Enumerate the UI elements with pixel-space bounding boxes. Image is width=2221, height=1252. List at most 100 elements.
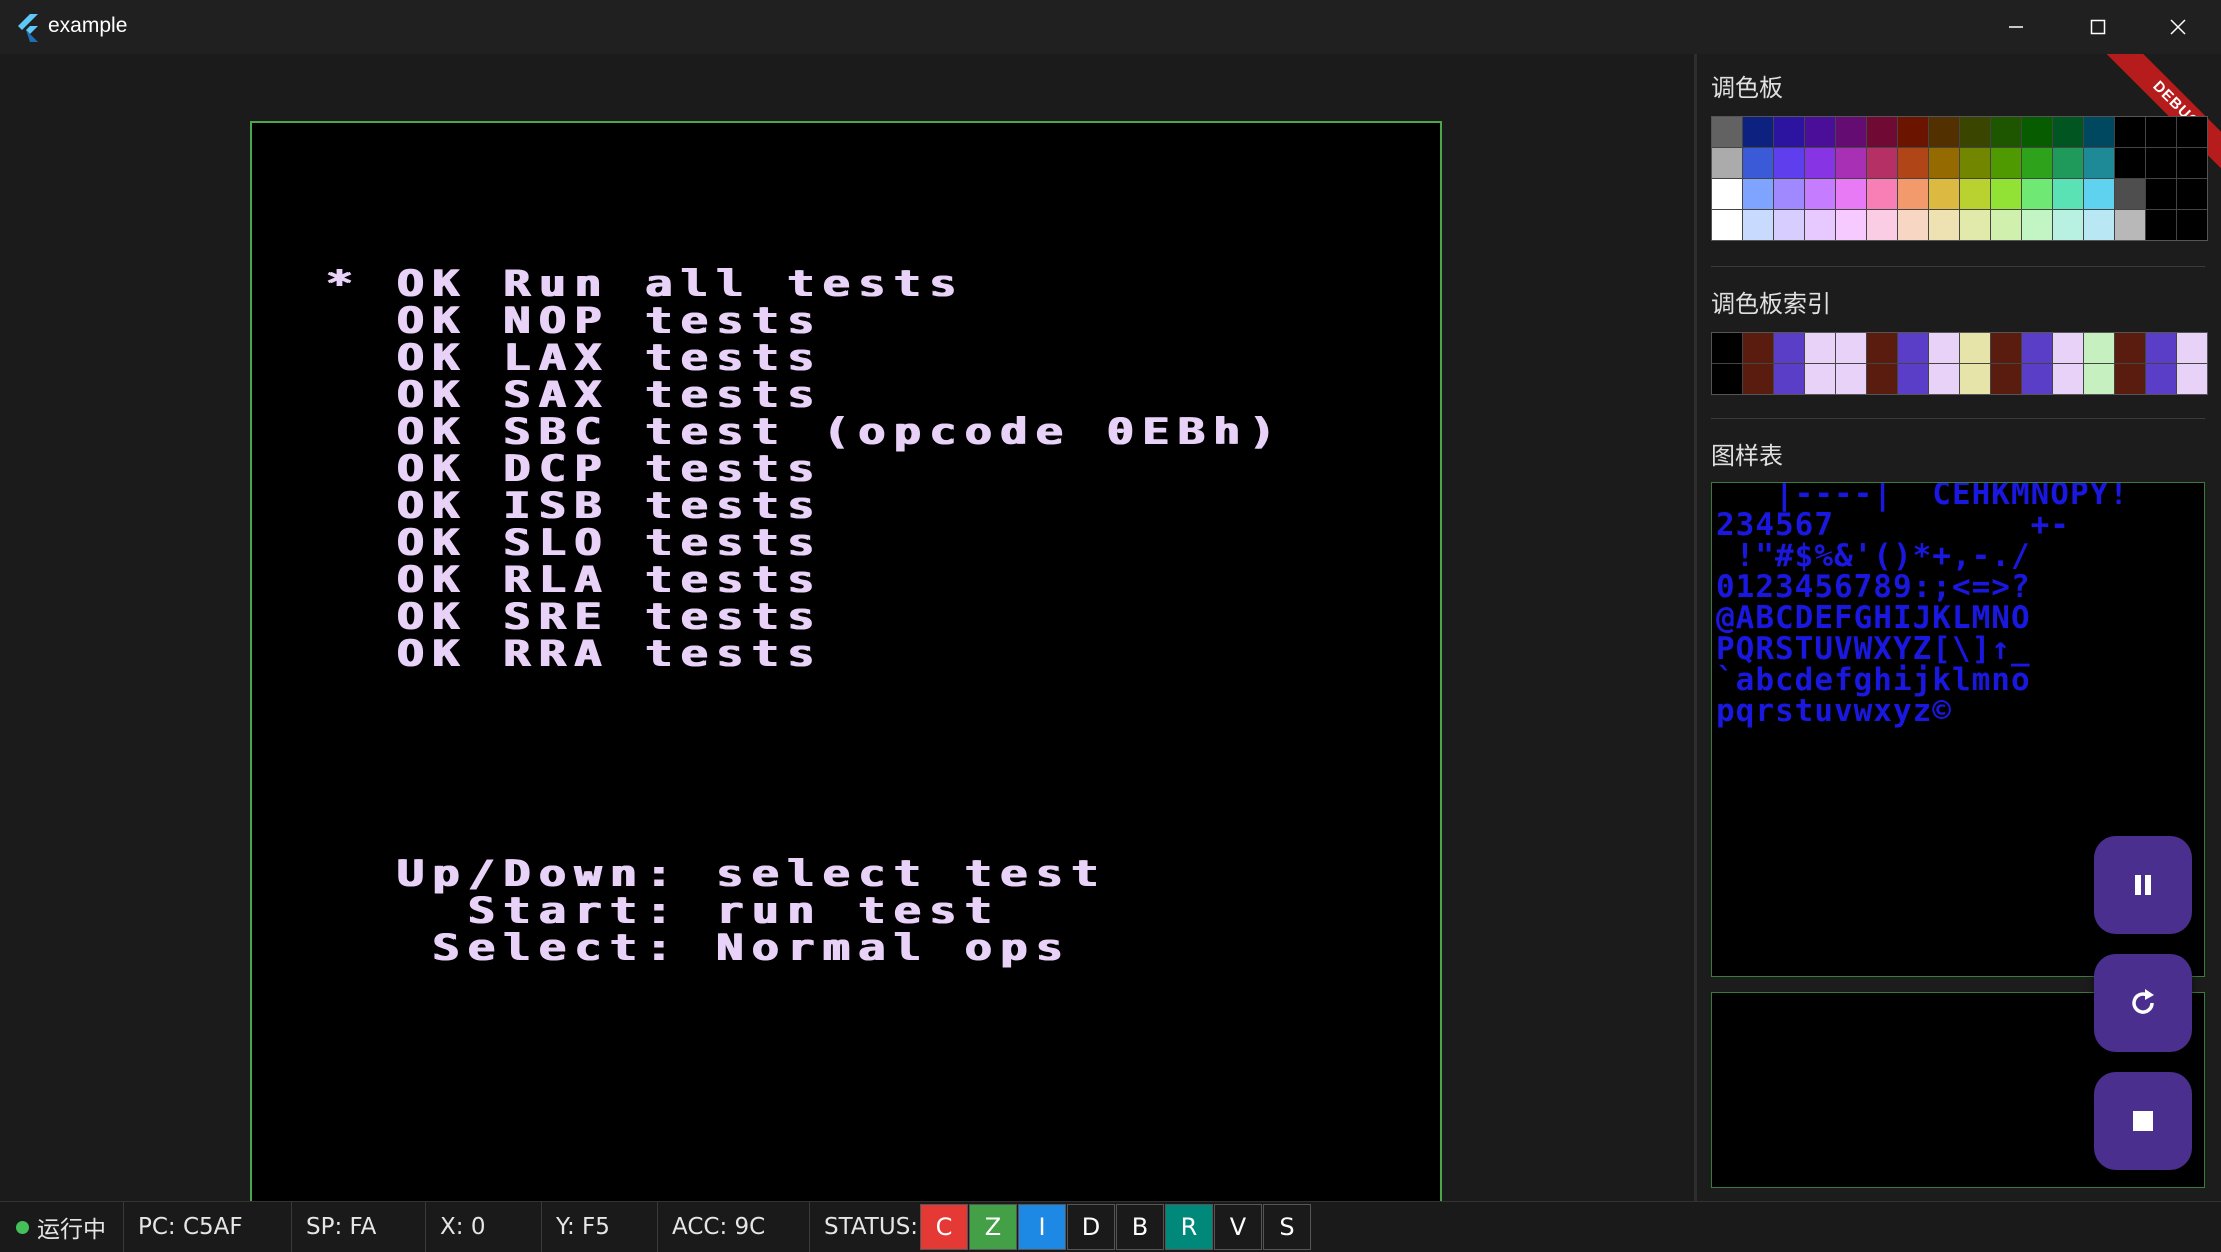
palette-swatch — [2053, 117, 2083, 147]
restart-button[interactable] — [2094, 954, 2192, 1052]
flag-v: V — [1214, 1204, 1262, 1250]
palette-swatch — [1960, 179, 1990, 209]
pattern-row: `abcdefghijklmno — [1716, 662, 2031, 698]
palette-swatch — [2053, 364, 2083, 394]
palette-swatch — [2053, 210, 2083, 240]
palette-swatch — [1712, 179, 1742, 209]
palette-index-title: 调色板索引 — [1711, 290, 1831, 318]
palette-swatch — [1991, 364, 2021, 394]
palette-swatch — [1712, 364, 1742, 394]
palette-swatch — [1743, 179, 1773, 209]
palette-grid — [1711, 116, 2208, 241]
palette-swatch — [2022, 210, 2052, 240]
stop-button[interactable] — [2094, 1072, 2192, 1170]
palette-swatch — [2115, 179, 2145, 209]
x-register: X: 0 — [426, 1202, 542, 1252]
divider — [1711, 266, 2205, 267]
palette-swatch — [2146, 179, 2176, 209]
palette-swatch — [1774, 117, 1804, 147]
palette-swatch — [1991, 210, 2021, 240]
test-line: OK RLA tests — [325, 557, 822, 601]
palette-swatch — [1991, 148, 2021, 178]
palette-swatch — [2053, 179, 2083, 209]
test-line: OK SLO tests — [325, 520, 822, 564]
palette-swatch — [2022, 148, 2052, 178]
palette-swatch — [1743, 148, 1773, 178]
title-bar: example — [0, 0, 2221, 54]
palette-swatch — [1743, 210, 1773, 240]
palette-swatch — [1743, 364, 1773, 394]
flag-z: Z — [969, 1204, 1017, 1250]
acc-value: ACC: 9C — [672, 1214, 766, 1240]
restart-icon — [2132, 989, 2154, 1014]
palette-swatch — [1960, 148, 1990, 178]
palette-swatch — [2146, 117, 2176, 147]
palette-swatch — [2115, 210, 2145, 240]
palette-swatch — [2022, 179, 2052, 209]
maximize-button[interactable] — [2058, 0, 2138, 54]
palette-swatch — [1929, 148, 1959, 178]
run-status-label: 运行中 — [37, 1217, 106, 1243]
x-value: X: 0 — [440, 1214, 486, 1240]
palette-swatch — [2053, 333, 2083, 363]
palette-swatch — [2115, 148, 2145, 178]
close-icon — [2170, 19, 2186, 35]
palette-swatch — [2115, 117, 2145, 147]
palette-swatch — [2084, 210, 2114, 240]
palette-swatch — [1712, 148, 1742, 178]
status-label: STATUS: — [824, 1214, 919, 1240]
palette-swatch — [1774, 364, 1804, 394]
palette-swatch — [2146, 148, 2176, 178]
palette-swatch — [2084, 148, 2114, 178]
stop-icon — [2133, 1111, 2153, 1131]
run-status: 运行中 — [0, 1202, 124, 1252]
nes-screen[interactable]: * OK Run all tests OK NOP tests OK LAX t… — [250, 121, 1442, 1236]
palette-swatch — [1960, 210, 1990, 240]
pattern-row: PQRSTUVWXYZ[\]↑_ — [1716, 631, 2031, 667]
palette-swatch — [1960, 117, 1990, 147]
palette-swatch — [2115, 333, 2145, 363]
palette-swatch — [2022, 117, 2052, 147]
palette-swatch — [1960, 364, 1990, 394]
close-button[interactable] — [2138, 0, 2218, 54]
palette-title: 调色板 — [1711, 74, 1783, 102]
palette-swatch — [2084, 117, 2114, 147]
test-line: * OK Run all tests — [325, 261, 964, 305]
palette-index-grid — [1711, 332, 2208, 395]
palette-swatch — [1898, 364, 1928, 394]
palette-swatch — [1743, 333, 1773, 363]
palette-swatch — [2115, 364, 2145, 394]
palette-swatch — [1836, 179, 1866, 209]
test-line: OK LAX tests — [325, 335, 822, 379]
palette-swatch — [2177, 148, 2207, 178]
minimize-button[interactable] — [1976, 0, 2056, 54]
palette-swatch — [1898, 333, 1928, 363]
palette-swatch — [1805, 210, 1835, 240]
palette-swatch — [1991, 179, 2021, 209]
palette-swatch — [1867, 364, 1897, 394]
pattern-table-title: 图样表 — [1711, 442, 1783, 470]
pattern-row: !"#$%&'()*+,-./ — [1716, 538, 2031, 574]
palette-swatch — [1898, 117, 1928, 147]
palette-swatch — [1960, 333, 1990, 363]
palette-swatch — [1712, 210, 1742, 240]
test-line: OK SBC test (opcode 0EBh) — [325, 409, 1284, 453]
palette-swatch — [1774, 210, 1804, 240]
palette-swatch — [1898, 148, 1928, 178]
flag-r: R — [1165, 1204, 1213, 1250]
flag-d: D — [1067, 1204, 1115, 1250]
palette-swatch — [2084, 179, 2114, 209]
y-value: Y: F5 — [556, 1214, 610, 1240]
palette-swatch — [2084, 364, 2114, 394]
palette-swatch — [1712, 117, 1742, 147]
flag-s: S — [1263, 1204, 1311, 1250]
palette-swatch — [1867, 210, 1897, 240]
pause-button[interactable] — [2094, 836, 2192, 934]
palette-swatch — [1929, 179, 1959, 209]
palette-swatch — [1991, 333, 2021, 363]
palette-swatch — [2177, 210, 2207, 240]
palette-swatch — [2146, 210, 2176, 240]
sp-register: SP: FA — [292, 1202, 426, 1252]
help-line: Start: run test — [325, 888, 1000, 932]
help-line: Up/Down: select test — [325, 851, 1106, 895]
